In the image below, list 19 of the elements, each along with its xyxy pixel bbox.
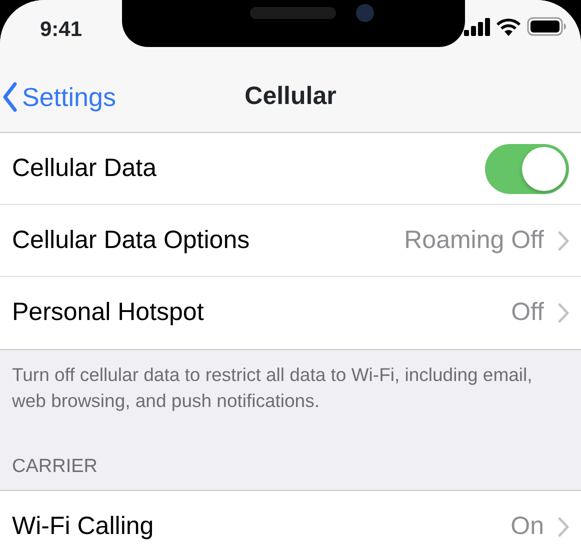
chevron-icon [558,303,569,323]
camera-lens [356,4,374,22]
row-label: Wi-Fi Calling [12,510,155,542]
status-time: 9:41 [40,17,82,43]
toggle-switch[interactable] [485,144,569,194]
row-label: Cellular Data Options [12,224,251,256]
wifi-icon [496,18,521,36]
row-value: Roaming Off [404,224,544,256]
footer-note: Turn off cellular data to restrict all data to Wi-Fi, including email, web browsing, and push notifications. [11,363,534,413]
back-chevron-icon [2,82,18,112]
row-label: Personal Hotspot [12,297,205,328]
row-label: Cellular Data [12,152,158,184]
chevron-icon [558,516,569,536]
battery-icon [527,17,567,36]
chevron-icon [558,230,569,250]
row-value: Off [511,297,544,328]
back-button[interactable]: Settings [0,78,116,116]
row-value: On [510,510,544,542]
page-title: Cellular [244,82,336,110]
